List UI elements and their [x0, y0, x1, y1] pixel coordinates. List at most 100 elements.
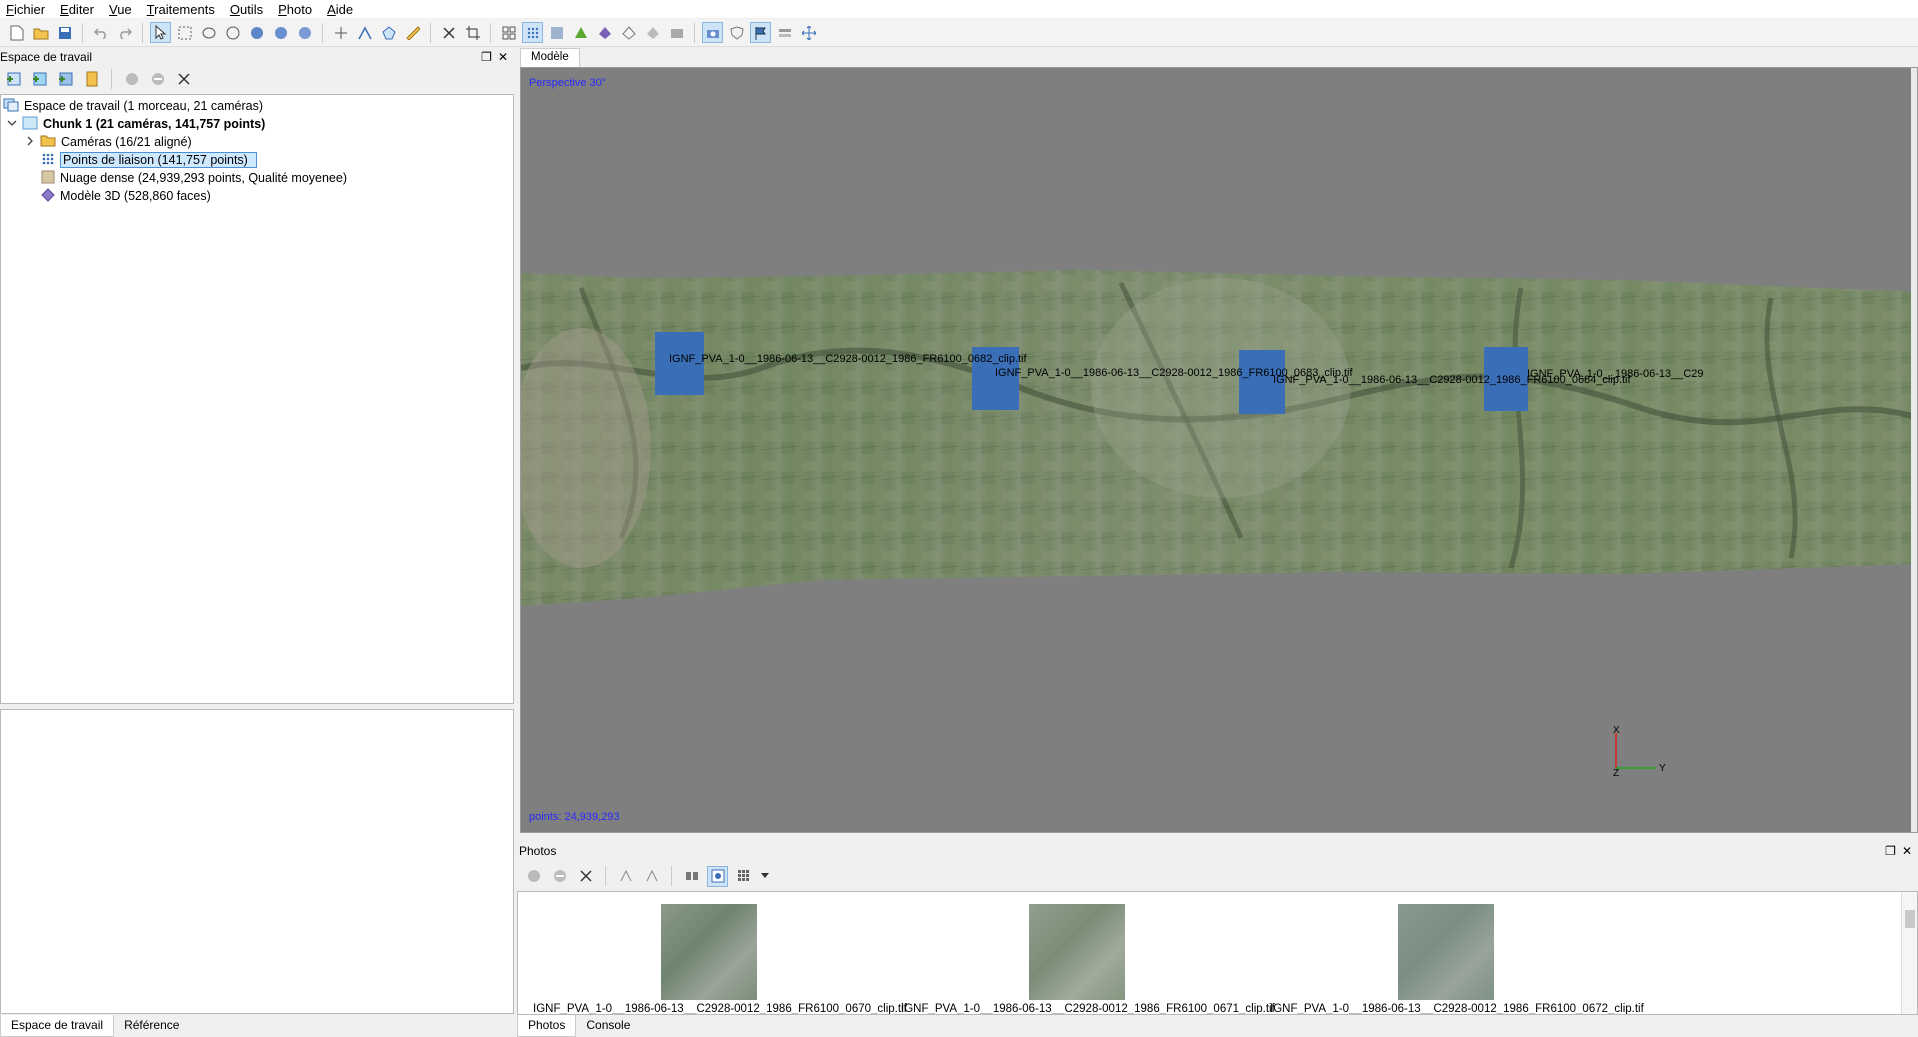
- photo-thumbnail-0670[interactable]: [661, 904, 757, 1000]
- add-folder-icon[interactable]: [55, 69, 76, 90]
- flag-icon[interactable]: [750, 22, 771, 43]
- close-icon[interactable]: ✕: [1902, 844, 1912, 858]
- tab-console[interactable]: Console: [576, 1015, 641, 1037]
- solid-model-icon[interactable]: [594, 22, 615, 43]
- rotate-right-icon[interactable]: [641, 866, 662, 887]
- scale-object-icon[interactable]: [294, 22, 315, 43]
- photos-scrollbar[interactable]: [1901, 892, 1917, 1014]
- dense-cloud-icon[interactable]: [546, 22, 567, 43]
- menu-editer[interactable]: Editer: [60, 2, 94, 17]
- chunk-icon: [22, 116, 38, 133]
- workspace-icon: [3, 98, 19, 115]
- float-icon[interactable]: ❐: [481, 50, 492, 64]
- axis-x-label: X: [1613, 725, 1620, 736]
- view-photo-icon[interactable]: [707, 865, 728, 887]
- viewport-scrollbar[interactable]: [1911, 68, 1917, 832]
- model-icon: [41, 187, 55, 205]
- redo-icon[interactable]: [114, 22, 135, 43]
- tree-chunk[interactable]: Chunk 1 (21 caméras, 141,757 points): [7, 115, 265, 133]
- photo-thumbnail-0672[interactable]: [1398, 904, 1494, 1000]
- enable-icon[interactable]: [121, 69, 142, 90]
- workspace-panel: Espace de travail ❐ ✕ Espace de travail (…: [0, 48, 514, 1014]
- photo-thumbnail-0671[interactable]: [1029, 904, 1125, 1000]
- open-folder-icon[interactable]: [30, 22, 51, 43]
- camera-label-0685: IGNF_PVA_1-0__1986-06-13__C29: [1527, 368, 1704, 380]
- filter-icon[interactable]: [681, 866, 702, 887]
- menu-bar: Fichier Editer Vue Traitements Outils Ph…: [0, 0, 1918, 18]
- shaded-model-icon[interactable]: [570, 22, 591, 43]
- properties-pane: [0, 709, 514, 1014]
- tree-tie-points-label: Points de liaison (141,757 points): [60, 152, 257, 168]
- add-chunk-icon[interactable]: [3, 69, 24, 90]
- tree-tie-points[interactable]: Points de liaison (141,757 points): [41, 151, 257, 169]
- remove-icon[interactable]: [173, 69, 194, 90]
- camera-label-0682: IGNF_PVA_1-0__1986-06-13__C2928-0012_198…: [669, 353, 1027, 365]
- tree-cameras[interactable]: Caméras (16/21 aligné): [25, 133, 192, 151]
- main-toolbar: [0, 19, 1918, 47]
- tab-workspace[interactable]: Espace de travail: [0, 1015, 115, 1037]
- tree-root[interactable]: Espace de travail (1 morceau, 21 caméras…: [3, 97, 263, 115]
- rect-select-icon[interactable]: [174, 22, 195, 43]
- navigate-icon[interactable]: [798, 22, 819, 43]
- crop-icon[interactable]: [462, 22, 483, 43]
- disable-icon[interactable]: [147, 69, 168, 90]
- tree-model[interactable]: Modèle 3D (528,860 faces): [41, 187, 211, 205]
- add-marker-icon[interactable]: [81, 69, 102, 90]
- points-count: points: 24,939,293: [529, 811, 620, 823]
- tree-chunk-label: Chunk 1 (21 caméras, 141,757 points): [43, 117, 266, 131]
- tie-points-icon: [41, 152, 55, 169]
- photo-label-0671: IGNF_PVA_1-0__1986-06-13__C2928-0012_198…: [901, 1003, 1275, 1015]
- menu-outils[interactable]: Outils: [230, 2, 263, 17]
- menu-traitements[interactable]: Traitements: [147, 2, 215, 17]
- new-file-icon[interactable]: [6, 22, 27, 43]
- dem-icon[interactable]: [666, 22, 687, 43]
- delete-selection-icon[interactable]: [438, 22, 459, 43]
- workspace-tree: Espace de travail (1 morceau, 21 caméras…: [0, 94, 514, 704]
- move-object-icon[interactable]: [270, 22, 291, 43]
- folder-icon: [40, 134, 56, 150]
- wireframe-model-icon[interactable]: [618, 22, 639, 43]
- chevron-down-icon[interactable]: [759, 866, 771, 887]
- rotate-left-icon[interactable]: [615, 866, 636, 887]
- draw-polyline-icon[interactable]: [354, 22, 375, 43]
- show-cameras-icon[interactable]: [498, 22, 519, 43]
- circle-select-icon[interactable]: [198, 22, 219, 43]
- enable-camera-icon[interactable]: [523, 866, 544, 887]
- camera-view-icon[interactable]: [702, 22, 723, 43]
- menu-aide[interactable]: Aide: [327, 2, 353, 17]
- axis-z-label: Z: [1613, 768, 1620, 779]
- menu-photo[interactable]: Photo: [278, 2, 312, 17]
- tab-reference[interactable]: Référence: [114, 1015, 190, 1037]
- grid-view-icon[interactable]: [733, 866, 754, 887]
- draw-point-icon[interactable]: [330, 22, 351, 43]
- menu-fichier[interactable]: Fichier: [6, 2, 45, 17]
- tab-model[interactable]: Modèle: [520, 48, 580, 67]
- close-icon[interactable]: ✕: [498, 50, 508, 64]
- disable-camera-icon[interactable]: [549, 866, 570, 887]
- undo-icon[interactable]: [90, 22, 111, 43]
- shield-view-icon[interactable]: [726, 22, 747, 43]
- chevron-right-icon[interactable]: [25, 135, 35, 149]
- right-tabs: Photos Console: [517, 1015, 641, 1037]
- draw-polygon-icon[interactable]: [378, 22, 399, 43]
- axis-gizmo: [1615, 733, 1656, 769]
- layers-icon[interactable]: [774, 22, 795, 43]
- chevron-down-icon[interactable]: [7, 117, 17, 131]
- textured-model-icon[interactable]: [642, 22, 663, 43]
- menu-vue[interactable]: Vue: [109, 2, 132, 17]
- tab-photos[interactable]: Photos: [517, 1015, 577, 1037]
- pointer-icon[interactable]: [150, 22, 171, 43]
- model-viewport[interactable]: Perspective 30° IGNF_PVA_1-0__1986-06-13…: [520, 67, 1918, 833]
- photos-list: IGNF_PVA_1-0__1986-06-13__C2928-0012_198…: [517, 891, 1918, 1015]
- add-photos-icon[interactable]: [29, 69, 50, 90]
- ruler-icon[interactable]: [402, 22, 423, 43]
- float-icon[interactable]: ❐: [1885, 844, 1896, 858]
- rotate-object-icon[interactable]: [246, 22, 267, 43]
- photos-toolbar: [517, 862, 1918, 890]
- save-icon[interactable]: [54, 22, 75, 43]
- free-select-icon[interactable]: [222, 22, 243, 43]
- point-cloud-icon[interactable]: [522, 22, 543, 43]
- tree-dense-cloud[interactable]: Nuage dense (24,939,293 points, Qualité …: [41, 169, 347, 187]
- workspace-toolbar: [0, 66, 514, 92]
- remove-camera-icon[interactable]: [575, 866, 596, 887]
